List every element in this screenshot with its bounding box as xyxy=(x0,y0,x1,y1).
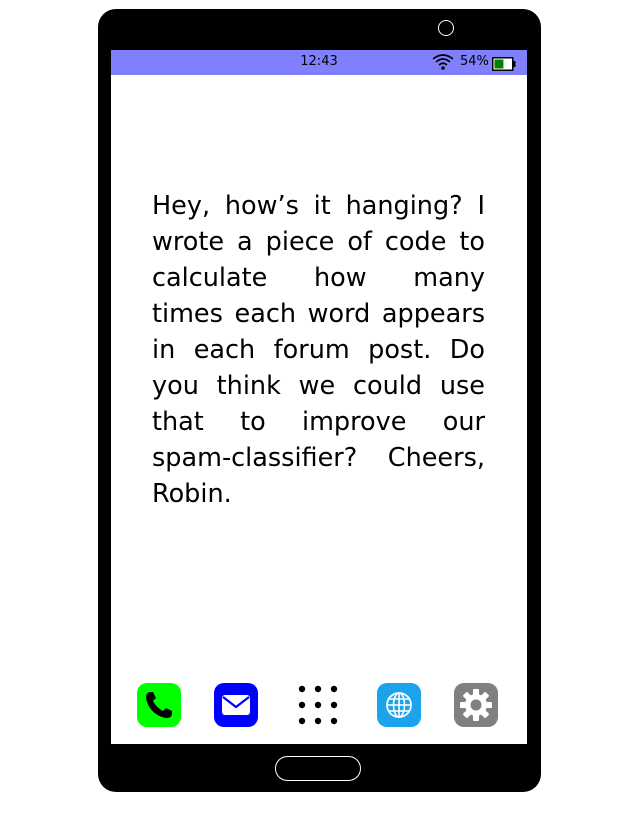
phone-frame: 12:43 54% Hey, how’s it hanging? I wrote… xyxy=(98,9,541,792)
home-button[interactable] xyxy=(275,756,361,781)
mail-icon xyxy=(222,695,250,715)
globe-icon xyxy=(386,692,412,718)
phone-screen: 12:43 54% Hey, how’s it hanging? I wrote… xyxy=(111,50,527,744)
dock-browser-app[interactable] xyxy=(377,683,421,727)
dock-settings-app[interactable] xyxy=(454,683,498,727)
message-text: Hey, how’s it hanging? I wrote a piece o… xyxy=(152,191,485,509)
status-bar: 12:43 54% xyxy=(111,50,527,75)
dock-mail-app[interactable] xyxy=(214,683,258,727)
dock-app-drawer[interactable] xyxy=(296,683,340,727)
front-camera xyxy=(438,20,454,36)
dock-phone-app[interactable] xyxy=(137,683,181,727)
stage: 12:43 54% Hey, how’s it hanging? I wrote… xyxy=(0,0,638,825)
gear-icon xyxy=(460,689,492,721)
phone-icon xyxy=(146,692,172,718)
battery-percent: 54% xyxy=(460,54,489,69)
app-grid-icon xyxy=(298,685,338,725)
battery-icon xyxy=(492,56,516,71)
wifi-icon xyxy=(432,53,454,71)
